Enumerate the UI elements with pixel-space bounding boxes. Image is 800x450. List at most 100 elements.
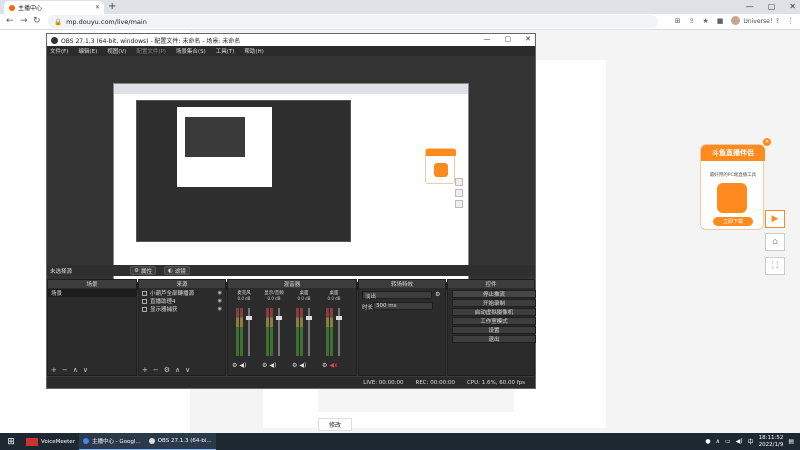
new-tab-button[interactable]: +: [108, 1, 116, 12]
duration-input[interactable]: 300 ms: [373, 302, 433, 310]
promo-download-button[interactable]: 立即下载: [713, 217, 753, 226]
browser-toolbar: ← → ↻ 🔒 mp.douyu.com/live/main ⊞ ⇪ ★ ■ U…: [0, 14, 800, 30]
studio-mode-button[interactable]: 工作室模式: [452, 317, 536, 325]
obs-title-bar: OBS 27.1.3 (64-bit, windows) - 配置文件: 未命名…: [47, 34, 535, 46]
sources-footer: + − ⚙ ∧ ∨: [139, 365, 225, 375]
scene-item[interactable]: 场景: [48, 289, 136, 297]
modify-button[interactable]: 修改: [318, 418, 352, 431]
close-tab-icon[interactable]: ✕: [95, 4, 100, 11]
mixer-settings-icon[interactable]: ⚙: [322, 362, 327, 369]
back-icon[interactable]: ←: [6, 16, 14, 26]
visibility-eye-icon[interactable]: ◉: [218, 306, 222, 312]
mixer-channel: 显示/音频 0.0 dB ⚙ ◀): [262, 290, 286, 369]
obs-close-icon[interactable]: ✕: [525, 35, 531, 43]
add-source-icon[interactable]: +: [142, 366, 148, 374]
close-window-icon[interactable]: ✕: [789, 2, 796, 11]
reload-icon[interactable]: ↻: [33, 16, 41, 26]
clock[interactable]: 18:11:52 2022/1/9: [759, 435, 784, 449]
visibility-eye-icon[interactable]: ◉: [218, 290, 222, 296]
play-side-icon[interactable]: ▶: [765, 210, 785, 228]
add-scene-icon[interactable]: +: [51, 366, 57, 374]
obs-maximize-icon[interactable]: ▢: [505, 35, 512, 43]
volume-meter: [236, 308, 239, 356]
preview-side-btn: [455, 178, 463, 186]
move-up-icon[interactable]: ∧: [73, 366, 78, 374]
promo-close-icon[interactable]: ✕: [763, 138, 771, 146]
home-side-icon[interactable]: ⌂: [765, 233, 785, 251]
input-method-icon[interactable]: 中: [748, 437, 754, 446]
windows-start-icon[interactable]: ⊞: [0, 433, 22, 450]
volume-fader[interactable]: [246, 308, 252, 356]
menu-file[interactable]: 文件(F): [50, 47, 68, 55]
speaker-muted-icon[interactable]: ◀x: [329, 362, 337, 369]
remove-source-icon[interactable]: −: [153, 366, 159, 374]
bookmark-star-icon[interactable]: ★: [703, 17, 709, 25]
obs-preview[interactable]: [47, 56, 535, 294]
fader-knob[interactable]: [336, 316, 342, 320]
taskbar-app-chrome[interactable]: 主播中心 - Googl...: [78, 433, 145, 450]
volume-meter: [326, 308, 329, 356]
extensions-icon[interactable]: ■: [717, 17, 724, 25]
mixer-dock: 混音器 麦克风 0.0 dB ⚙ ◀) 显示/音频 0.0 dB ⚙ ◀) 桌面 0…: [227, 279, 357, 376]
visibility-eye-icon[interactable]: ◉: [218, 298, 222, 304]
browser-tab[interactable]: 主播中心 ✕: [4, 1, 104, 14]
mixer-settings-icon[interactable]: ⚙: [232, 362, 237, 369]
menu-tools[interactable]: 工具(T): [216, 47, 235, 55]
volume-icon[interactable]: ◀): [736, 438, 743, 445]
fader-knob[interactable]: [246, 316, 252, 320]
tray-up-arrow-icon[interactable]: ∧: [716, 438, 720, 445]
speaker-icon[interactable]: ◀): [299, 362, 306, 369]
menu-dots-icon[interactable]: ⋮: [787, 17, 794, 25]
mixer-settings-icon[interactable]: ⚙: [292, 362, 297, 369]
filters-button[interactable]: ◐ 滤镜: [163, 266, 190, 275]
maximize-icon[interactable]: ▢: [768, 2, 776, 11]
minimize-icon[interactable]: —: [746, 2, 754, 11]
start-recording-button[interactable]: 开始录制: [452, 299, 536, 307]
source-item[interactable]: 直播助理4 ◉: [139, 297, 225, 305]
source-item[interactable]: 小葫芦全部轉播源 ◉: [139, 289, 225, 297]
obs-taskbar-icon: [148, 438, 155, 444]
taskbar-app-obs[interactable]: OBS 27.1.3 (64-bi...: [144, 433, 216, 450]
share-icon[interactable]: ⇪: [689, 17, 695, 25]
windows-taskbar: ⊞ VoiceMeeter 主播中心 - Googl... OBS 27.1.3…: [0, 433, 800, 450]
menu-edit[interactable]: 编辑(E): [78, 47, 97, 55]
source-settings-icon[interactable]: ⚙: [164, 366, 170, 374]
source-item[interactable]: 显示器捕获 ◉: [139, 305, 225, 313]
expand-side-icon[interactable]: ⛶: [765, 257, 785, 275]
mixer-controls: ⚙ ◀): [232, 362, 246, 369]
transition-settings-icon[interactable]: ⚙: [435, 291, 440, 298]
exit-button[interactable]: 退出: [452, 335, 536, 343]
stop-streaming-button[interactable]: 停止推流: [452, 290, 536, 298]
profile-button[interactable]: Universe！?: [731, 16, 779, 25]
speaker-icon[interactable]: ◀): [269, 362, 276, 369]
notification-icon[interactable]: ▤: [788, 438, 794, 445]
menu-profile[interactable]: 配置文件(P): [136, 47, 166, 55]
translate-icon[interactable]: ⊞: [675, 17, 681, 25]
volume-fader[interactable]: [336, 308, 342, 356]
menu-help[interactable]: 帮助(H): [244, 47, 263, 55]
mixer-settings-icon[interactable]: ⚙: [262, 362, 267, 369]
move-up-icon[interactable]: ∧: [175, 366, 180, 374]
menu-scene-collection[interactable]: 场景集合(S): [176, 47, 206, 55]
menu-view[interactable]: 视图(V): [107, 47, 126, 55]
tray-app-icon[interactable]: ●: [705, 438, 710, 445]
volume-fader[interactable]: [276, 308, 282, 356]
forward-icon[interactable]: →: [20, 16, 28, 26]
transitions-dock: 转场特效 淡出 ⚙ 时长 300 ms: [358, 279, 446, 376]
fader-knob[interactable]: [306, 316, 312, 320]
remove-scene-icon[interactable]: −: [62, 366, 68, 374]
source-label: 显示器捕获: [150, 307, 178, 313]
properties-button[interactable]: ⚙ 属性: [130, 266, 156, 275]
transition-select[interactable]: 淡出: [362, 291, 432, 300]
settings-button[interactable]: 设置: [452, 326, 536, 334]
speaker-icon[interactable]: ◀): [239, 362, 246, 369]
start-virtual-camera-button[interactable]: 启动虚拟摄像机: [452, 308, 536, 316]
network-icon[interactable]: ▭: [725, 438, 731, 445]
move-down-icon[interactable]: ∨: [185, 366, 190, 374]
taskbar-app-voicemeeter[interactable]: VoiceMeeter: [22, 433, 79, 450]
obs-minimize-icon[interactable]: —: [484, 35, 491, 43]
move-down-icon[interactable]: ∨: [83, 366, 88, 374]
fader-knob[interactable]: [276, 316, 282, 320]
volume-fader[interactable]: [306, 308, 312, 356]
address-bar[interactable]: 🔒 mp.douyu.com/live/main: [48, 15, 658, 28]
